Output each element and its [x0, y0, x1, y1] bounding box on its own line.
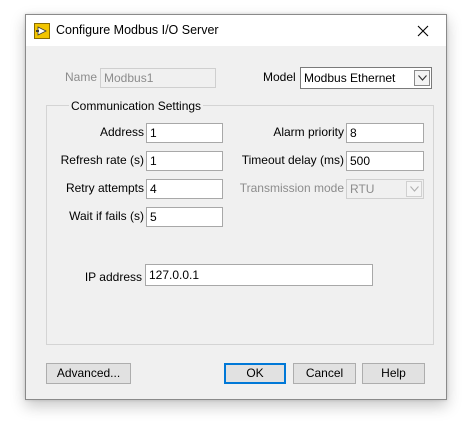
labview-icon — [34, 23, 50, 39]
timeout-delay-label: Timeout delay (ms) — [241, 153, 344, 167]
name-label: Name — [65, 70, 98, 84]
address-label: Address — [99, 125, 144, 139]
retry-attempts-field[interactable]: 4 — [146, 179, 223, 199]
cancel-button[interactable]: Cancel — [293, 363, 356, 384]
configure-dialog: Configure Modbus I/O Server Name Modbus1… — [25, 14, 447, 400]
model-select[interactable]: Modbus Ethernet — [300, 67, 432, 89]
ip-address-field[interactable]: 127.0.0.1 — [145, 264, 373, 286]
refresh-rate-field[interactable]: 1 — [146, 151, 223, 171]
communication-settings-title: Communication Settings — [69, 98, 204, 114]
transmission-mode-select: RTU — [346, 179, 424, 199]
chevron-down-icon — [406, 181, 422, 197]
name-field: Modbus1 — [100, 68, 216, 88]
close-icon — [417, 25, 429, 36]
close-button[interactable] — [400, 15, 446, 46]
transmission-mode-value: RTU — [350, 182, 375, 196]
alarm-priority-field[interactable]: 8 — [346, 123, 424, 143]
help-button[interactable]: Help — [362, 363, 425, 384]
ok-button[interactable]: OK — [224, 363, 286, 384]
wait-if-fails-field[interactable]: 5 — [146, 207, 223, 227]
model-label: Model — [263, 70, 296, 84]
timeout-delay-field[interactable]: 500 — [346, 151, 424, 171]
transmission-mode-label: Transmission mode — [239, 181, 344, 195]
refresh-rate-label: Refresh rate (s) — [60, 153, 144, 167]
alarm-priority-label: Alarm priority — [273, 125, 344, 139]
title-bar: Configure Modbus I/O Server — [26, 15, 446, 46]
advanced-button[interactable]: Advanced... — [46, 363, 131, 384]
window-title: Configure Modbus I/O Server — [56, 23, 219, 37]
address-field[interactable]: 1 — [146, 123, 223, 143]
chevron-down-icon[interactable] — [414, 70, 430, 86]
retry-attempts-label: Retry attempts — [65, 181, 144, 195]
model-select-value: Modbus Ethernet — [304, 71, 396, 85]
ip-address-label: IP address — [84, 270, 142, 284]
wait-if-fails-label: Wait if fails (s) — [69, 209, 144, 223]
